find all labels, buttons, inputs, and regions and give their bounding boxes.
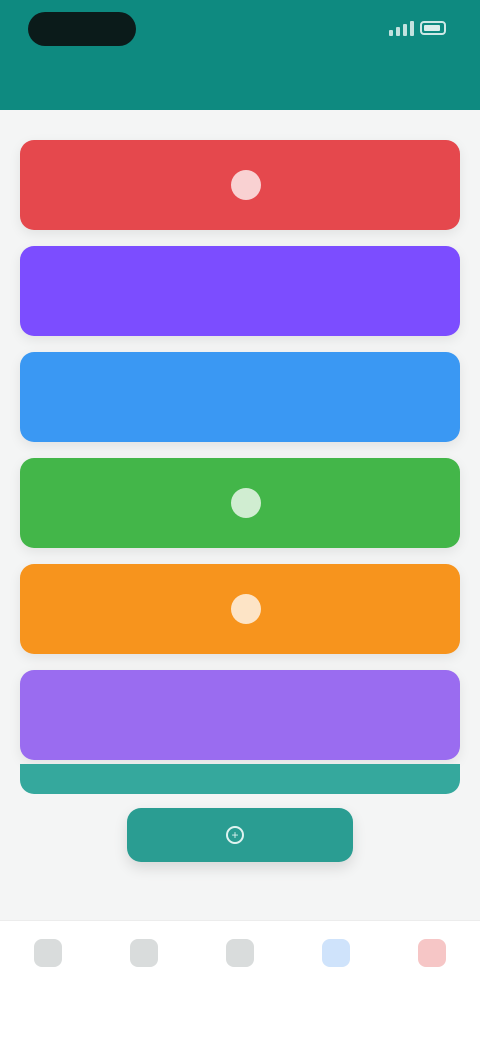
- section-divider: [20, 764, 460, 794]
- menu-button-5[interactable]: [20, 564, 460, 654]
- menu-button-6[interactable]: [20, 670, 460, 760]
- profile-icon: [418, 939, 446, 967]
- circle-icon: [231, 488, 261, 518]
- status-clock-pill: [28, 12, 136, 46]
- menu-list: [20, 140, 460, 776]
- status-bar: [0, 0, 480, 64]
- menu-button-1[interactable]: [20, 140, 460, 230]
- nav-item-profile[interactable]: [392, 939, 472, 989]
- plus-icon: +: [226, 826, 244, 844]
- app-header: [0, 64, 480, 110]
- chart-icon: [322, 939, 350, 967]
- list-icon: [130, 939, 158, 967]
- bottom-nav: [0, 920, 480, 1040]
- nav-item-chart[interactable]: [296, 939, 376, 989]
- battery-icon: [420, 21, 446, 35]
- add-button[interactable]: +: [127, 808, 353, 862]
- nav-item-list[interactable]: [104, 939, 184, 989]
- menu-button-3[interactable]: [20, 352, 460, 442]
- status-icons: [389, 20, 446, 36]
- nav-item-grid[interactable]: [200, 939, 280, 989]
- nav-item-home[interactable]: [8, 939, 88, 989]
- grid-icon: [226, 939, 254, 967]
- menu-button-4[interactable]: [20, 458, 460, 548]
- menu-button-2[interactable]: [20, 246, 460, 336]
- home-icon: [34, 939, 62, 967]
- circle-icon: [231, 594, 261, 624]
- circle-icon: [231, 170, 261, 200]
- signal-icon: [389, 20, 414, 36]
